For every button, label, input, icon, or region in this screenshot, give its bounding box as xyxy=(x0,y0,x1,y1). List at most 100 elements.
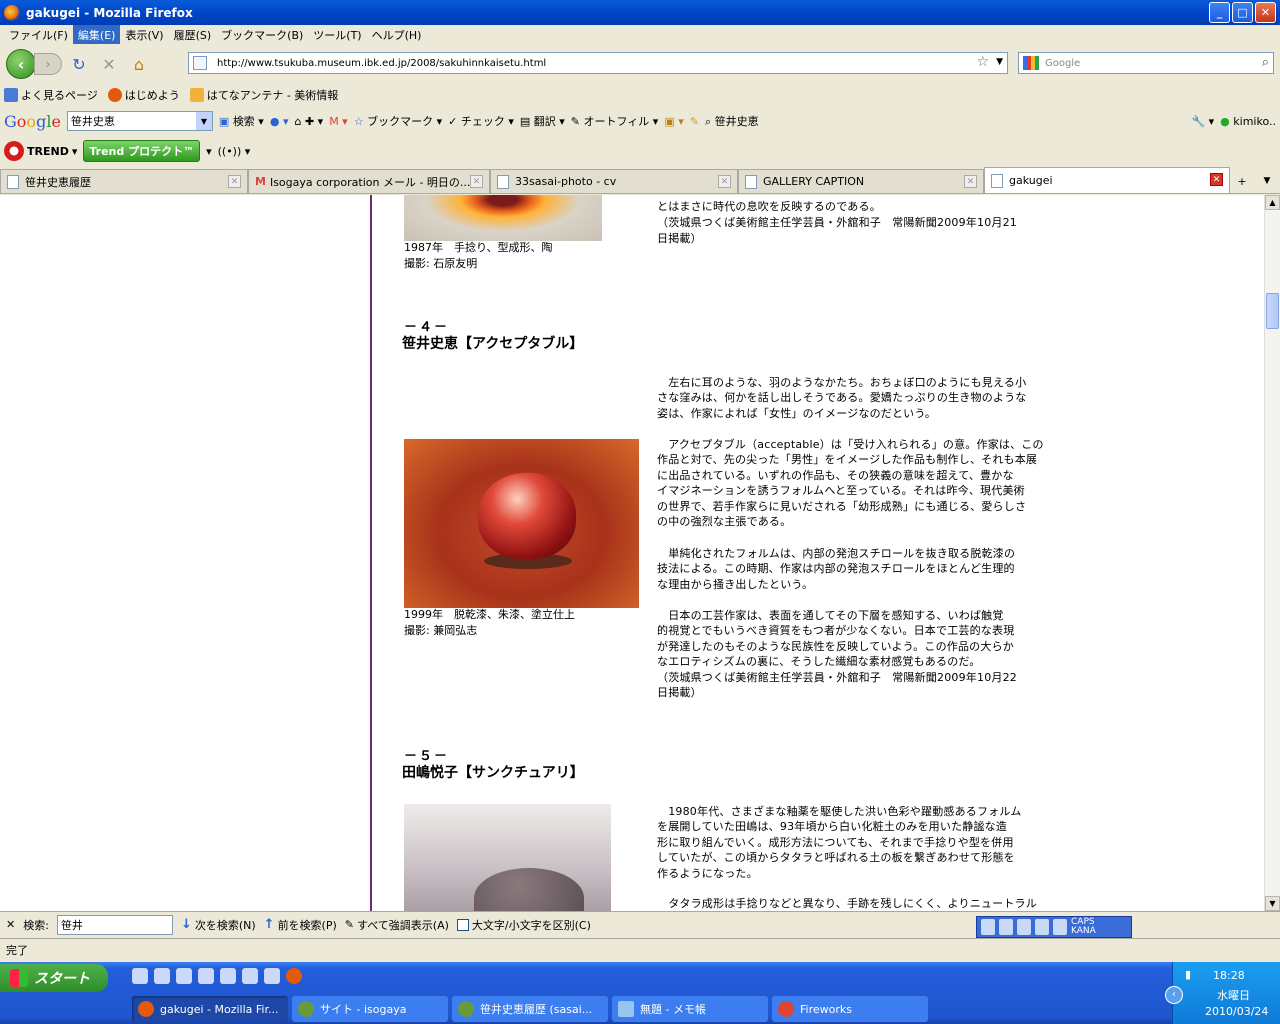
dreamweaver-icon xyxy=(458,1001,474,1017)
page-icon xyxy=(991,173,1003,188)
maximize-button[interactable]: □ xyxy=(1232,2,1253,23)
ime-tools-icon[interactable] xyxy=(1035,919,1049,935)
taskbar: スタート gakugei - Mozilla Fir... サイト - isog… xyxy=(0,962,1280,1024)
tab-gallery-caption[interactable]: GALLERY CAPTION ✕ xyxy=(738,169,984,193)
gmail-icon[interactable]: M ▾ xyxy=(329,115,348,128)
menu-help[interactable]: ヘルプ(H) xyxy=(367,25,427,45)
quicklaunch-icon[interactable] xyxy=(242,968,258,984)
quicklaunch-icon[interactable] xyxy=(132,968,148,984)
search-icon[interactable]: ⌕ xyxy=(1262,55,1269,70)
url-text: http://www.tsukuba.museum.ibk.ed.jp/2008… xyxy=(217,57,547,69)
reload-icon[interactable]: ↻ xyxy=(66,51,92,77)
google-search-button[interactable]: ▣ 検索 ▾ xyxy=(219,113,264,129)
stop-icon[interactable]: ✕ xyxy=(96,51,122,77)
trend-micro-logo[interactable]: TREND ▾ xyxy=(4,141,77,161)
ime-help-icon[interactable] xyxy=(1053,919,1067,935)
show-hidden-icons-button[interactable]: ‹ xyxy=(1165,986,1183,1004)
close-tab-icon[interactable]: ✕ xyxy=(964,175,977,188)
highlight-all-button[interactable]: ✎ すべて強調表示(A) xyxy=(345,917,449,933)
ime-dictionary-icon[interactable] xyxy=(999,919,1013,935)
tab-sasai-history[interactable]: 笹井史恵履歴 ✕ xyxy=(0,169,248,193)
wrench-icon[interactable]: 🔧 ▾ xyxy=(1191,115,1214,128)
bookmark-most-visited[interactable]: よく見るページ xyxy=(4,87,98,103)
translate-icon: ▤ xyxy=(519,115,531,128)
taskbar-item-site[interactable]: サイト - isogaya xyxy=(292,996,448,1022)
google-search-input[interactable]: 笹井史恵 ▼ xyxy=(66,111,213,131)
quicklaunch-icon[interactable] xyxy=(176,968,192,984)
google-bookmarks-button[interactable]: ☆ ブックマーク ▾ xyxy=(354,113,442,129)
search-placeholder: Google xyxy=(1045,57,1081,69)
menu-view[interactable]: 表示(V) xyxy=(120,25,168,45)
ime-language-bar[interactable]: CAPS KANA xyxy=(976,916,1132,938)
taskbar-item-sasai[interactable]: 笹井史恵履歴 (sasai... xyxy=(452,996,608,1022)
status-text: 完了 xyxy=(6,943,28,957)
ime-mode-icon[interactable] xyxy=(981,919,995,935)
find-previous-button[interactable]: ↑ 前を検索(P) xyxy=(264,917,337,933)
tab-sasai-photo[interactable]: 33sasai-photo - cv ✕ xyxy=(490,169,738,193)
google-toolbar: Google 笹井史恵 ▼ ▣ 検索 ▾ ● ▾ ⌂ ✚ ▾ M ▾ ☆ ブックマ… xyxy=(0,108,1280,134)
status-bar: 完了 xyxy=(0,938,1280,960)
ime-input-mode-icon[interactable] xyxy=(1017,919,1031,935)
quicklaunch-icon[interactable] xyxy=(220,968,236,984)
forward-button[interactable]: › xyxy=(34,53,62,75)
bookmark-star-icon[interactable]: ☆ xyxy=(976,54,989,70)
scroll-down-icon[interactable]: ▼ xyxy=(1265,896,1280,911)
close-find-icon[interactable]: ✕ xyxy=(6,918,15,931)
menu-file[interactable]: ファイル(F) xyxy=(4,25,73,45)
quicklaunch-icon[interactable] xyxy=(198,968,214,984)
minimize-button[interactable]: _ xyxy=(1209,2,1230,23)
find-next-button[interactable]: ↓ 次を検索(N) xyxy=(181,917,256,933)
menu-tools[interactable]: ツール(T) xyxy=(308,25,366,45)
quicklaunch-icon[interactable] xyxy=(264,968,280,984)
home-icon[interactable]: ⌂ xyxy=(126,51,152,77)
trend-toolbar: TREND ▾ Trend プロテクト™ ▾ ((•)) ▾ xyxy=(0,136,1280,166)
artwork-image-4 xyxy=(404,439,639,608)
globe-icon[interactable]: ● ▾ xyxy=(270,115,289,128)
firefox-icon[interactable] xyxy=(286,968,302,984)
spellcheck-button[interactable]: ✓ チェック ▾ xyxy=(448,113,514,129)
match-case-checkbox[interactable]: 大文字/小文字を区別(C) xyxy=(456,917,591,933)
menu-edit[interactable]: 編集(E) xyxy=(72,24,121,45)
bookmark-hatena[interactable]: はてなアンテナ - 美術情報 xyxy=(189,87,338,103)
trend-protect-button[interactable]: Trend プロテクト™ xyxy=(83,140,201,162)
search-bar[interactable]: Google ⌕ xyxy=(1018,52,1274,74)
close-window-button[interactable]: ✕ xyxy=(1255,2,1276,23)
find-input[interactable] xyxy=(56,914,173,935)
taskbar-item-notepad[interactable]: 無題 - メモ帳 xyxy=(612,996,768,1022)
new-tab-button[interactable]: + xyxy=(1230,169,1254,193)
close-tab-icon[interactable]: ✕ xyxy=(718,175,731,188)
bank-icon[interactable]: ⌂ ✚ ▾ xyxy=(294,115,323,128)
url-bar[interactable]: http://www.tsukuba.museum.ibk.ed.jp/2008… xyxy=(188,52,1008,74)
taskbar-item-firefox[interactable]: gakugei - Mozilla Fir... xyxy=(132,996,288,1022)
close-tab-icon[interactable]: ✕ xyxy=(1210,173,1223,186)
taskbar-item-fireworks[interactable]: Fireworks xyxy=(772,996,928,1022)
google-account[interactable]: ● kimiko.. xyxy=(1220,115,1276,128)
tab-gakugei[interactable]: gakugei ✕ xyxy=(984,167,1230,193)
close-tab-icon[interactable]: ✕ xyxy=(228,175,241,188)
autofill-icon: ✎ xyxy=(570,115,581,128)
back-button[interactable]: ‹ xyxy=(6,49,36,79)
scroll-thumb[interactable] xyxy=(1266,293,1279,329)
wireless-icon[interactable]: ((•)) ▾ xyxy=(218,145,251,158)
send-to-icon[interactable]: ▣ ▾ xyxy=(664,115,683,128)
magnifier-icon: ⌕ xyxy=(704,115,712,128)
url-dropdown-icon[interactable]: ▼ xyxy=(996,57,1003,67)
autofill-button[interactable]: ✎ オートフィル ▾ xyxy=(571,113,659,129)
menu-history[interactable]: 履歴(S) xyxy=(169,25,217,45)
vertical-scrollbar[interactable]: ▲ ▼ xyxy=(1264,195,1280,911)
chevron-down-icon[interactable]: ▼ xyxy=(195,112,212,130)
bookmark-getting-started[interactable]: はじめよう xyxy=(107,87,180,103)
dreamweaver-icon xyxy=(298,1001,314,1017)
start-button[interactable]: スタート xyxy=(0,964,108,992)
google-search-term-button[interactable]: ⌕ 笹井史恵 xyxy=(705,113,759,129)
close-tab-icon[interactable]: ✕ xyxy=(470,175,483,188)
quicklaunch-icon[interactable] xyxy=(154,968,170,984)
menu-bookmarks[interactable]: ブックマーク(B) xyxy=(216,25,308,45)
tray-icon[interactable]: ▮ xyxy=(1185,968,1191,981)
tab-list-icon[interactable]: ▼ xyxy=(1254,169,1280,193)
scroll-up-icon[interactable]: ▲ xyxy=(1265,195,1280,210)
highlight-icon[interactable]: ✎ xyxy=(690,115,699,128)
translate-button[interactable]: ▤ 翻訳 ▾ xyxy=(520,113,565,129)
tab-gmail[interactable]: M Isogaya corporation メール - 明日の... ✕ xyxy=(248,169,490,193)
trend-dropdown[interactable]: ▾ xyxy=(206,145,212,158)
